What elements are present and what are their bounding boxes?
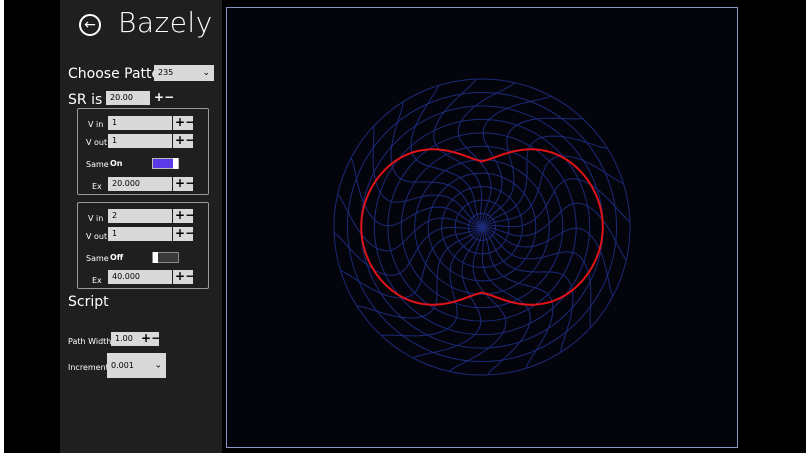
vin-stepper-2[interactable]: + − bbox=[173, 209, 195, 223]
script-label: Script bbox=[68, 294, 109, 310]
plus-icon[interactable]: + bbox=[175, 209, 185, 223]
app-title: Bazely bbox=[118, 6, 213, 39]
chevron-down-icon: ⌄ bbox=[202, 68, 210, 78]
ex-field-2[interactable]: 40.000 bbox=[108, 270, 172, 284]
vout-field-2[interactable]: 1 bbox=[108, 227, 172, 241]
vin-field-1[interactable]: 1 bbox=[108, 116, 172, 130]
path-width-stepper[interactable]: + − bbox=[139, 332, 161, 346]
back-arrow-icon[interactable]: ← bbox=[79, 14, 101, 36]
path-width-label: Path Width bbox=[68, 337, 112, 346]
polar-plot bbox=[333, 78, 631, 376]
ex-stepper-1[interactable]: + − bbox=[173, 177, 195, 191]
plus-icon[interactable]: + bbox=[175, 134, 185, 148]
chevron-down-icon: ⌄ bbox=[154, 360, 162, 370]
same-state-2: Off bbox=[110, 253, 124, 262]
path-width-field[interactable]: 1.00 bbox=[111, 332, 139, 346]
minus-icon[interactable]: − bbox=[185, 134, 195, 148]
pattern-select-value: 235 bbox=[158, 68, 174, 77]
vout-field-1[interactable]: 1 bbox=[108, 134, 172, 148]
grid-spoke bbox=[481, 95, 552, 228]
vout-label-2: V out bbox=[86, 232, 108, 241]
plus-icon[interactable]: + bbox=[175, 116, 185, 130]
voice-group-1: V in 1 + − V out 1 + − Same On Ex 20.000… bbox=[77, 108, 209, 195]
sr-field[interactable]: 20.00 bbox=[106, 91, 150, 105]
ex-label-1: Ex bbox=[92, 182, 102, 191]
plus-icon[interactable]: + bbox=[141, 332, 151, 346]
ex-field-1[interactable]: 20.000 bbox=[108, 177, 172, 191]
plus-icon[interactable]: + bbox=[175, 177, 185, 191]
grid-spoke bbox=[350, 157, 483, 228]
plus-icon[interactable]: + bbox=[154, 91, 164, 105]
minus-icon[interactable]: − bbox=[185, 116, 195, 130]
minus-icon[interactable]: − bbox=[185, 209, 195, 223]
toggle-thumb bbox=[153, 252, 158, 263]
grid-spoke bbox=[481, 226, 614, 297]
same-state-1: On bbox=[110, 159, 123, 168]
same-toggle-1[interactable] bbox=[152, 158, 179, 169]
minus-icon[interactable]: − bbox=[151, 332, 161, 346]
ex-label-2: Ex bbox=[92, 276, 102, 285]
same-toggle-2[interactable] bbox=[152, 252, 179, 263]
vout-stepper-2[interactable]: + − bbox=[173, 227, 195, 241]
vin-label-1: V in bbox=[88, 120, 104, 129]
plus-icon[interactable]: + bbox=[175, 270, 185, 284]
vout-stepper-1[interactable]: + − bbox=[173, 134, 195, 148]
toggle-thumb bbox=[173, 158, 178, 169]
pattern-select[interactable]: 235 ⌄ bbox=[154, 65, 214, 81]
grid-spoke bbox=[412, 226, 483, 359]
sr-label: SR is bbox=[68, 92, 103, 108]
vin-label-2: V in bbox=[88, 214, 104, 223]
minus-icon[interactable]: − bbox=[185, 270, 195, 284]
minus-icon[interactable]: − bbox=[185, 177, 195, 191]
same-label-2: Same bbox=[86, 254, 109, 263]
increment-select[interactable]: 0.001 ⌄ bbox=[107, 353, 166, 378]
increment-label: Increment bbox=[68, 363, 109, 372]
plus-icon[interactable]: + bbox=[175, 227, 185, 241]
voice-group-2: V in 2 + − V out 1 + − Same Off Ex 40.00… bbox=[77, 202, 209, 289]
vout-label-1: V out bbox=[86, 138, 108, 147]
vin-field-2[interactable]: 2 bbox=[108, 209, 172, 223]
same-label-1: Same bbox=[86, 160, 109, 169]
minus-icon[interactable]: − bbox=[185, 227, 195, 241]
drawing-canvas[interactable] bbox=[226, 7, 738, 448]
minus-icon[interactable]: − bbox=[164, 91, 174, 105]
increment-select-value: 0.001 bbox=[111, 361, 134, 370]
vin-stepper-1[interactable]: + − bbox=[173, 116, 195, 130]
ex-stepper-2[interactable]: + − bbox=[173, 270, 195, 284]
settings-panel: ← Bazely Choose Pattern 235 ⌄ SR is 20.0… bbox=[60, 0, 222, 453]
sr-stepper[interactable]: + − bbox=[152, 91, 174, 105]
